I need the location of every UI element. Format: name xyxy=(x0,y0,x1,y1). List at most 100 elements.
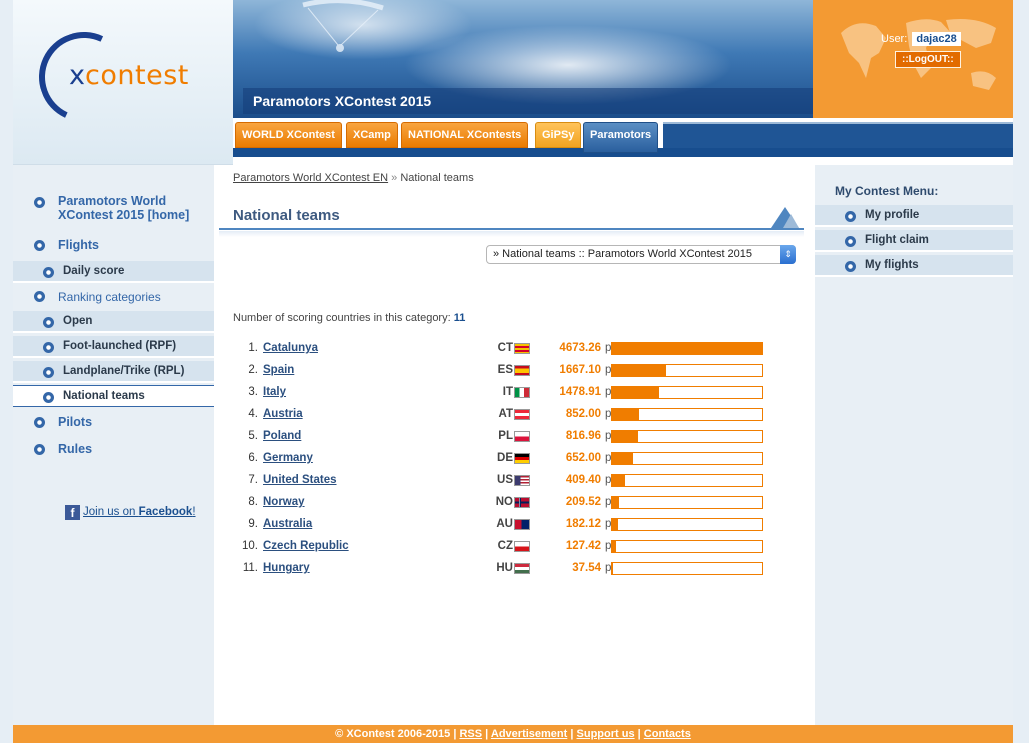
menu-item-my-profile[interactable]: My profile xyxy=(815,205,1013,227)
sidebar-item-pilots[interactable]: Pilots xyxy=(13,415,214,429)
flag-icon xyxy=(514,431,530,442)
country-link[interactable]: Italy xyxy=(263,386,286,398)
menu-item-my-flights[interactable]: My flights xyxy=(815,255,1013,277)
sidebar-item-label: Daily score xyxy=(63,265,125,277)
score-bar-fill xyxy=(612,431,639,442)
flag-icon xyxy=(514,409,530,420)
sidebar-item-landplane-trike[interactable]: Landplane/Trike (RPL) xyxy=(13,361,214,383)
paraglider-silhouette xyxy=(302,0,384,52)
country-link[interactable]: United States xyxy=(263,474,337,486)
table-row: 3. Italy IT 1478.91 p. xyxy=(233,386,773,406)
flag-icon xyxy=(514,387,530,398)
rank-number: 1. xyxy=(248,342,258,354)
country-code: DE xyxy=(497,452,513,464)
score-bar-fill xyxy=(612,541,617,552)
country-link[interactable]: Poland xyxy=(263,430,301,442)
sidebar-item-foot-launched[interactable]: Foot-launched (RPF) xyxy=(13,336,214,358)
sidebar-item-ranking-categories[interactable]: Ranking categories xyxy=(13,290,214,304)
table-row: 1. Catalunya CT 4673.26 p. xyxy=(233,342,773,362)
sidebar-item-label: Landplane/Trike (RPL) xyxy=(63,365,185,377)
bullet-icon xyxy=(845,211,856,222)
sidebar-item-label: Foot-launched (RPF) xyxy=(63,340,177,352)
logo[interactable]: xcontest xyxy=(13,0,233,165)
select-value: » National teams :: Paramotors World XCo… xyxy=(493,248,753,260)
table-row: 10. Czech Republic CZ 127.42 p. xyxy=(233,540,773,560)
country-link[interactable]: Czech Republic xyxy=(263,540,349,552)
country-code: HU xyxy=(496,562,513,574)
country-points: 1667.10 xyxy=(559,364,601,376)
table-row: 9. Australia AU 182.12 p. xyxy=(233,518,773,538)
page: xcontest Paramotors XContest 2015 User: … xyxy=(13,0,1013,743)
breadcrumb-current: National teams xyxy=(400,172,474,184)
my-contest-menu-title: My Contest Menu: xyxy=(835,184,939,198)
menu-item-flight-claim[interactable]: Flight claim xyxy=(815,230,1013,252)
score-bar xyxy=(611,408,763,421)
tab-world-xcontest[interactable]: WORLD XContest xyxy=(235,122,342,148)
score-bar xyxy=(611,518,763,531)
user-name[interactable]: dajac28 xyxy=(912,32,961,46)
sidebar-item-national-teams[interactable]: National teams xyxy=(13,385,214,407)
footer-link-advertisement[interactable]: Advertisement xyxy=(491,728,567,740)
table-row: 11. Hungary HU 37.54 p. xyxy=(233,562,773,582)
country-link[interactable]: Germany xyxy=(263,452,313,464)
country-code: ES xyxy=(497,364,513,376)
rank-number: 9. xyxy=(248,518,258,530)
page-title: National teams xyxy=(233,207,340,224)
logout-button[interactable]: ::LogOUT:: xyxy=(895,51,961,68)
score-bar xyxy=(611,386,763,399)
table-row: 7. United States US 409.40 p. xyxy=(233,474,773,494)
right-sidebar: My Contest Menu: My profile Flight claim… xyxy=(815,165,1013,725)
menu-item-label: Flight claim xyxy=(865,234,929,246)
sidebar-item-open[interactable]: Open xyxy=(13,311,214,333)
category-select[interactable]: » National teams :: Paramotors World XCo… xyxy=(486,245,796,264)
rank-number: 6. xyxy=(248,452,258,464)
score-bar-fill xyxy=(612,519,618,530)
country-link[interactable]: Austria xyxy=(263,408,303,420)
score-bar xyxy=(611,540,763,553)
tab-paramotors[interactable]: Paramotors xyxy=(583,122,659,153)
menu-item-label: My flights xyxy=(865,259,919,271)
rank-number: 2. xyxy=(248,364,258,376)
country-link[interactable]: Hungary xyxy=(263,562,310,574)
sidebar-item-rules[interactable]: Rules xyxy=(13,442,214,456)
country-code: US xyxy=(497,474,513,486)
tab-national-xcontests[interactable]: NATIONAL XContests xyxy=(401,122,529,148)
footer-link-rss[interactable]: RSS xyxy=(459,728,482,740)
tab-xcamp[interactable]: XCamp xyxy=(346,122,398,148)
score-bar-fill xyxy=(612,343,762,354)
breadcrumb: Paramotors World XContest EN » National … xyxy=(233,172,474,184)
sidebar-item-daily-score[interactable]: Daily score xyxy=(13,261,214,283)
rank-number: 5. xyxy=(248,430,258,442)
flag-icon xyxy=(514,519,530,530)
country-link[interactable]: Catalunya xyxy=(263,342,318,354)
sidebar-item-home[interactable]: Paramotors World XContest 2015 [home] xyxy=(13,194,203,222)
tab-gipsy[interactable]: GiPSy xyxy=(535,122,582,148)
country-points: 4673.26 xyxy=(559,342,601,354)
footer-link-support-us[interactable]: Support us xyxy=(577,728,635,740)
footer-copyright: © XContest 2006-2015 xyxy=(335,728,451,740)
country-code: AU xyxy=(496,518,513,530)
country-link[interactable]: Australia xyxy=(263,518,312,530)
flag-icon xyxy=(514,343,530,354)
flag-icon xyxy=(514,453,530,464)
breadcrumb-link[interactable]: Paramotors World XContest EN xyxy=(233,172,388,184)
bullet-icon xyxy=(43,342,54,353)
country-link[interactable]: Norway xyxy=(263,496,305,508)
country-points: 816.96 xyxy=(565,430,601,442)
rank-number: 11. xyxy=(242,562,258,574)
table-row: 5. Poland PL 816.96 p. xyxy=(233,430,773,450)
country-points: 37.54 xyxy=(572,562,601,574)
country-points: 209.52 xyxy=(565,496,601,508)
header-banner: Paramotors XContest 2015 xyxy=(233,0,813,118)
facebook-icon: f xyxy=(65,505,80,520)
country-points: 1478.91 xyxy=(559,386,601,398)
facebook-link[interactable]: f Join us on Facebook! xyxy=(65,505,196,520)
flag-icon xyxy=(514,475,530,486)
country-code: CT xyxy=(497,342,513,354)
country-link[interactable]: Spain xyxy=(263,364,294,376)
bullet-icon xyxy=(845,261,856,272)
footer-link-contacts[interactable]: Contacts xyxy=(644,728,691,740)
score-bar xyxy=(611,452,763,465)
sidebar-item-flights[interactable]: Flights xyxy=(13,238,214,252)
bullet-icon xyxy=(43,267,54,278)
